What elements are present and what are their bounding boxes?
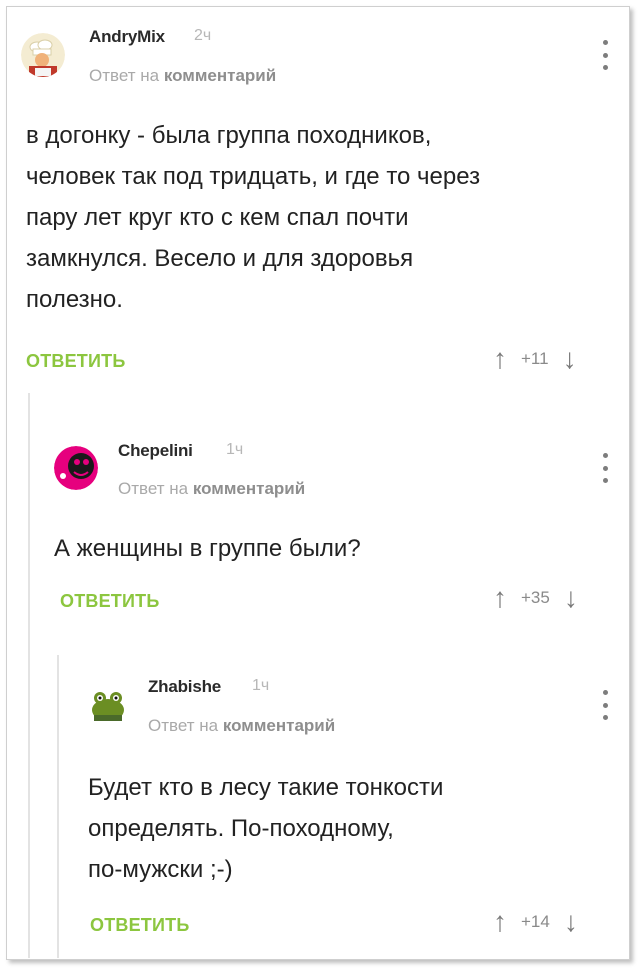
reply-to-line: Ответ на комментарий (118, 479, 305, 499)
author-name[interactable]: Zhabishe (148, 677, 221, 697)
reply-to-prefix: Ответ на (148, 716, 219, 735)
comment-score: +11 (521, 349, 549, 368)
thread-line-level-2 (57, 655, 59, 958)
comment-time: 1ч (226, 441, 244, 458)
more-options-icon[interactable] (602, 690, 608, 720)
thread-line-level-1 (28, 393, 30, 958)
author-name[interactable]: Chepelini (118, 441, 193, 461)
frog-avatar-icon[interactable] (86, 684, 130, 728)
reply-to-link[interactable]: комментарий (223, 716, 335, 735)
reply-to-line: Ответ на комментарий (148, 716, 335, 736)
reply-to-prefix: Ответ на (89, 66, 160, 85)
chef-avatar-icon[interactable] (21, 33, 65, 77)
reply-to-link[interactable]: комментарий (164, 66, 276, 85)
vote-controls: ↑ +14 ↓ (493, 908, 578, 936)
downvote-arrow-icon[interactable]: ↓ (563, 345, 577, 373)
pink-face-avatar-icon[interactable] (54, 446, 98, 490)
reply-button[interactable]: ОТВЕТИТЬ (90, 915, 189, 936)
comment-text: А женщины в группе были? (54, 535, 361, 562)
reply-button[interactable]: ОТВЕТИТЬ (26, 351, 125, 372)
comment-time: 2ч (194, 27, 212, 44)
comment-score: +35 (521, 588, 550, 607)
downvote-arrow-icon[interactable]: ↓ (564, 584, 578, 612)
comment-time: 1ч (252, 677, 270, 694)
more-options-icon[interactable] (602, 453, 608, 483)
reply-to-line: Ответ на комментарий (89, 66, 276, 86)
upvote-arrow-icon[interactable]: ↑ (493, 908, 507, 936)
more-options-icon[interactable] (602, 40, 608, 70)
upvote-arrow-icon[interactable]: ↑ (493, 345, 507, 373)
reply-button[interactable]: ОТВЕТИТЬ (60, 591, 159, 612)
comment-score: +14 (521, 912, 550, 931)
comment-text: в догонку - была группа походников, чело… (26, 122, 481, 313)
vote-controls: ↑ +11 ↓ (493, 345, 577, 373)
author-name[interactable]: AndryMix (89, 27, 165, 47)
comment-text: Будет кто в лесу такие тонкости определя… (88, 774, 444, 883)
upvote-arrow-icon[interactable]: ↑ (493, 584, 507, 612)
downvote-arrow-icon[interactable]: ↓ (564, 908, 578, 936)
reply-to-prefix: Ответ на (118, 479, 189, 498)
reply-to-link[interactable]: комментарий (193, 479, 305, 498)
vote-controls: ↑ +35 ↓ (493, 584, 578, 612)
